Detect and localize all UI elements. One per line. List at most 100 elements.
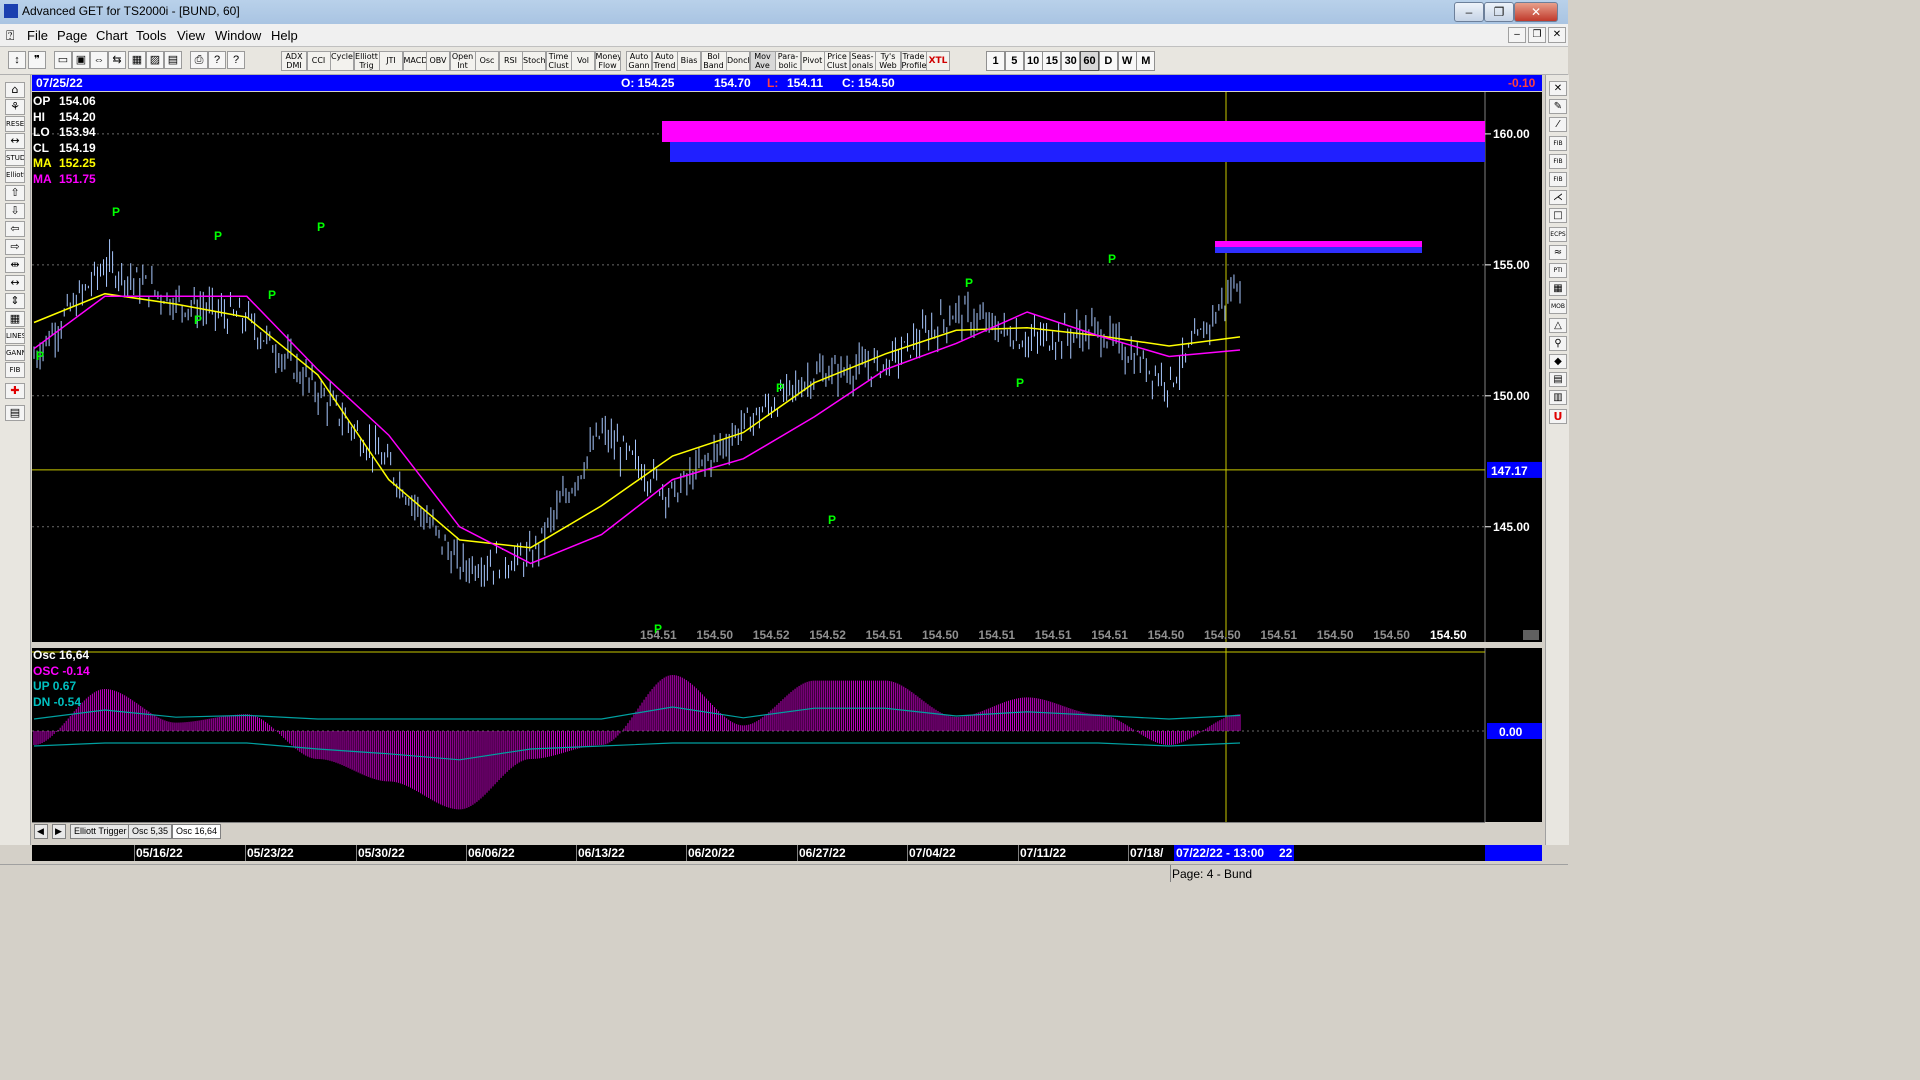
- compress-icon[interactable]: ⇹: [5, 257, 25, 273]
- study-button-cci[interactable]: CCI: [306, 51, 331, 71]
- study-button-xtl[interactable]: XTL: [926, 51, 950, 71]
- mdi-close-button[interactable]: ✕: [1548, 27, 1566, 43]
- pti-button[interactable]: PTI: [1549, 263, 1567, 278]
- study-button-auto-gann[interactable]: Auto Gann: [626, 51, 652, 71]
- price-chart[interactable]: 160.00 155.00 150.00 145.00 147.17 P P P P P P P P P P…: [32, 92, 1542, 642]
- elliott-button[interactable]: Elliott: [5, 167, 25, 183]
- study-button-macd[interactable]: MACD: [402, 51, 427, 71]
- study-icon[interactable]: ⚘: [5, 99, 25, 115]
- marker-icon[interactable]: ◆: [1549, 354, 1567, 369]
- u-button[interactable]: U: [1549, 408, 1567, 424]
- oscillator-panel[interactable]: 0.00 Osc 16,64 OSC -0.14 UP 0.67 DN -0.54: [32, 648, 1542, 822]
- print-icon[interactable]: ⎙: [190, 51, 208, 69]
- calculator-icon[interactable]: ▤: [5, 405, 25, 421]
- new-page-icon[interactable]: ▭: [54, 51, 72, 69]
- what-is-this-icon[interactable]: ?: [227, 51, 245, 69]
- open-page-icon[interactable]: ▣: [72, 51, 90, 69]
- study-button-adx-dmi[interactable]: ADX DMI: [281, 51, 307, 71]
- tab-osc-5-35[interactable]: Osc 5,35: [128, 824, 173, 839]
- arrow-right-icon[interactable]: ⇨: [5, 239, 25, 255]
- paste-page-icon[interactable]: ⇆: [108, 51, 126, 69]
- study-button-stoch[interactable]: Stoch: [522, 51, 546, 71]
- close-button[interactable]: ✕: [1514, 2, 1558, 22]
- date-scroll-box[interactable]: [1485, 845, 1542, 861]
- tab-osc-16-64[interactable]: Osc 16,64: [172, 824, 222, 839]
- timeframe-button-1[interactable]: 1: [986, 51, 1005, 71]
- timeframe-button-d[interactable]: D: [1098, 51, 1118, 71]
- study-button-osc[interactable]: Osc: [475, 51, 499, 71]
- delete-page-icon[interactable]: ▨: [146, 51, 164, 69]
- study-button-elliott-trig[interactable]: Elliott Trig: [353, 51, 380, 71]
- menu-tools[interactable]: Tools: [136, 28, 166, 43]
- study-button-rsi[interactable]: RSI: [498, 51, 523, 71]
- open-file-icon[interactable]: ⌂: [5, 82, 25, 98]
- study-button-bol-band[interactable]: Bol Band: [700, 51, 727, 71]
- fib-ret-button[interactable]: FIB RET: [1549, 135, 1567, 151]
- study-button-time-clust[interactable]: Time Clust: [545, 51, 572, 71]
- zoom-icon[interactable]: ⇕: [5, 293, 25, 309]
- expand-icon[interactable]: ↔: [5, 275, 25, 291]
- arrow-down-icon[interactable]: ⇩: [5, 203, 25, 219]
- ruler-icon[interactable]: ⁄: [1549, 117, 1567, 133]
- mdi-restore-button[interactable]: ❐: [1528, 27, 1546, 43]
- menu-page[interactable]: Page: [57, 28, 87, 43]
- close-tool-icon[interactable]: ✕: [1549, 81, 1567, 96]
- study-button-money-flow[interactable]: Money Flow: [594, 51, 621, 71]
- study-button-donch[interactable]: Donch: [726, 51, 750, 71]
- fib-ext-button[interactable]: FIB EXT: [1549, 153, 1567, 169]
- menu-file[interactable]: File: [27, 28, 48, 43]
- study-button-open-int[interactable]: Open Int: [449, 51, 476, 71]
- menu-view[interactable]: View: [177, 28, 205, 43]
- grid-icon[interactable]: ▦: [5, 311, 25, 327]
- tab-scroll-right-button[interactable]: ▶: [52, 824, 66, 839]
- timeframe-button-60[interactable]: 60: [1080, 51, 1099, 71]
- study-button-trade-profile[interactable]: Trade Profile: [900, 51, 927, 71]
- layers-icon[interactable]: ▤: [1549, 372, 1567, 388]
- study-button-mov-ave[interactable]: Mov Ave: [749, 51, 776, 71]
- study-button-ty-s-web[interactable]: Ty's Web: [875, 51, 901, 71]
- properties-icon[interactable]: ▤: [164, 51, 182, 69]
- chart-corner-icon[interactable]: [1523, 630, 1539, 640]
- study-button-seas-onals[interactable]: Seas-onals: [849, 51, 876, 71]
- fib-time-button[interactable]: FIB TIME: [1549, 172, 1567, 187]
- timeframe-button-5[interactable]: 5: [1004, 51, 1024, 71]
- magnifier-icon[interactable]: ⚲: [1549, 335, 1567, 351]
- box-icon[interactable]: □: [1549, 208, 1567, 224]
- copy-page-icon[interactable]: ⇔: [90, 51, 108, 69]
- timeframe-button-w[interactable]: W: [1117, 51, 1137, 71]
- restore-button[interactable]: ❐: [1484, 2, 1514, 22]
- minimize-button[interactable]: –: [1454, 2, 1484, 22]
- menu-chart[interactable]: Chart: [96, 28, 128, 43]
- study-button-vol[interactable]: Vol: [571, 51, 595, 71]
- study-button-bias[interactable]: Bias: [677, 51, 701, 71]
- tab-elliott-trigger[interactable]: Elliott Trigger: [70, 824, 131, 839]
- grid-tool-icon[interactable]: ▦: [1549, 281, 1567, 297]
- menu-window[interactable]: Window: [215, 28, 261, 43]
- timeframe-button-15[interactable]: 15: [1042, 51, 1062, 71]
- line-tool-icon[interactable]: ↔: [5, 133, 25, 149]
- study-button[interactable]: STUDY: [5, 150, 25, 166]
- gann-button[interactable]: GANN: [5, 345, 25, 361]
- study-button-obv[interactable]: OBV: [426, 51, 450, 71]
- pointer-icon[interactable]: ↕: [8, 51, 26, 69]
- fib-button[interactable]: FIB: [5, 362, 25, 378]
- wave-icon[interactable]: ≈: [1549, 244, 1567, 260]
- timeframe-button-10[interactable]: 10: [1023, 51, 1043, 71]
- triangle-icon[interactable]: △: [1549, 317, 1567, 333]
- mob-button[interactable]: MOB: [1549, 299, 1567, 315]
- mdi-minimize-button[interactable]: –: [1508, 27, 1526, 43]
- study-button-auto-trend[interactable]: Auto Trend: [651, 51, 678, 71]
- arrow-up-icon[interactable]: ⇧: [5, 185, 25, 201]
- arrow-left-icon[interactable]: ⇦: [5, 221, 25, 237]
- double-pointer-icon[interactable]: ❞: [28, 51, 46, 69]
- study-button-pivot[interactable]: Pivot: [800, 51, 825, 71]
- page-icon[interactable]: ▥: [1549, 390, 1567, 406]
- reset-button[interactable]: RESET: [5, 116, 25, 132]
- timeframe-button-m[interactable]: M: [1136, 51, 1156, 71]
- fan-icon[interactable]: ⋌: [1549, 190, 1567, 206]
- crosshair-icon[interactable]: ✚: [5, 383, 25, 399]
- tab-scroll-left-button[interactable]: ◀: [34, 824, 48, 839]
- link-page-icon[interactable]: ▦: [128, 51, 146, 69]
- menu-help[interactable]: Help: [271, 28, 298, 43]
- pencil-icon[interactable]: ✎: [1549, 99, 1567, 115]
